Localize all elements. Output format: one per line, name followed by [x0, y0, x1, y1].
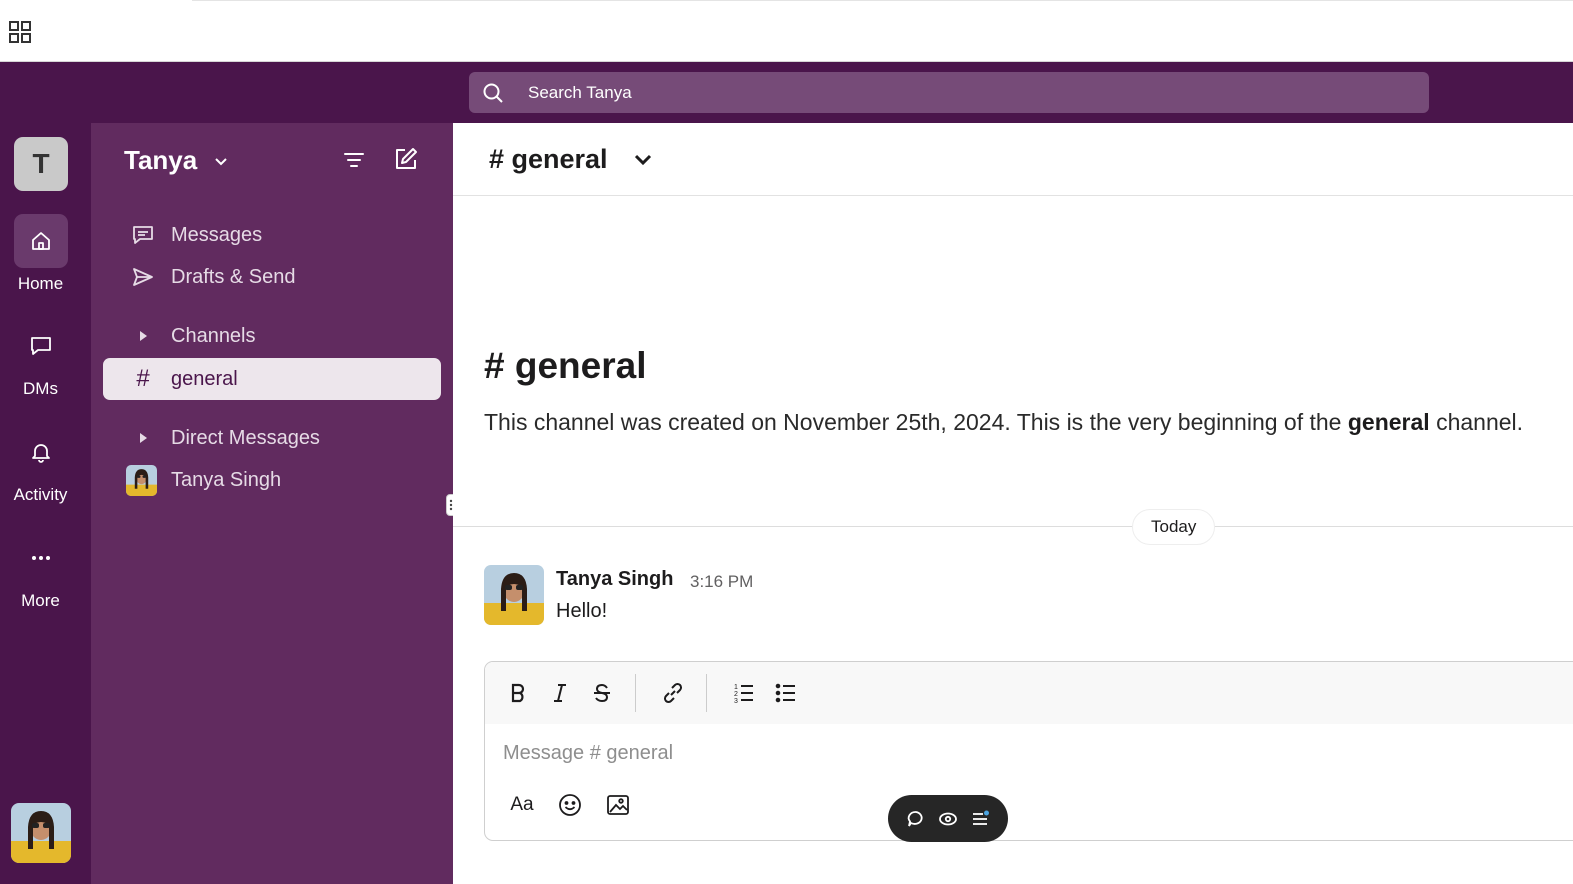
section-label: Direct Messages — [171, 426, 320, 449]
sidebar-item-messages[interactable]: Messages — [103, 214, 441, 256]
sidebar-item-label: Drafts & Send — [171, 265, 296, 288]
sidebar-item-general[interactable]: # general — [103, 358, 441, 400]
os-top-bar — [0, 0, 1573, 62]
avatar[interactable] — [484, 565, 544, 625]
bullet-list-icon[interactable] — [771, 678, 801, 708]
app-header: Search Tanya — [0, 62, 1573, 123]
toolbar-separator — [706, 674, 707, 712]
workspace-name: Tanya — [124, 145, 198, 175]
text-format-toggle[interactable]: Aa — [507, 790, 537, 820]
send-icon — [129, 263, 157, 291]
filter-icon[interactable] — [341, 147, 367, 173]
message-composer: 123 Message # general Aa — [484, 661, 1573, 841]
more-dots-icon — [14, 531, 68, 585]
sidebar-item-label: general — [171, 367, 238, 390]
composer-tools: Aa — [507, 790, 651, 820]
sidebar-item-label: Messages — [171, 223, 263, 246]
search-bar[interactable]: Search Tanya — [469, 72, 1429, 113]
channel-title[interactable]: # general — [489, 144, 608, 175]
rail-item-home[interactable]: Home — [0, 214, 81, 294]
top-divider — [192, 0, 1573, 1]
image-icon[interactable] — [603, 790, 633, 820]
chat-bubble-icon — [14, 319, 68, 373]
caret-right-icon — [129, 424, 157, 452]
intro-suffix: channel. — [1429, 409, 1524, 435]
menu-notification-icon[interactable] — [970, 809, 990, 829]
italic-icon[interactable] — [545, 678, 575, 708]
rail-label: More — [21, 591, 60, 610]
link-icon[interactable] — [658, 678, 688, 708]
caret-right-icon — [129, 322, 157, 350]
messages-icon — [129, 221, 157, 249]
chevron-down-icon — [211, 151, 231, 171]
date-divider-label[interactable]: Today — [1132, 509, 1216, 545]
ordered-list-icon[interactable]: 123 — [729, 678, 759, 708]
workspace-rail: T Home DMs Activity More — [0, 123, 91, 884]
channel-intro-text: This channel was created on November 25t… — [484, 409, 1523, 436]
floating-action-pill — [888, 795, 1008, 842]
apps-grid-icon[interactable] — [8, 20, 34, 46]
comment-icon[interactable] — [906, 809, 926, 829]
user-avatar[interactable] — [11, 803, 71, 863]
hash-icon: # — [136, 365, 150, 392]
svg-text:3: 3 — [734, 698, 738, 705]
chevron-down-icon[interactable] — [630, 146, 656, 172]
search-icon — [482, 82, 504, 104]
bold-icon[interactable] — [503, 678, 533, 708]
message-text: Hello! — [556, 600, 608, 622]
eye-icon[interactable] — [938, 809, 958, 829]
sidebar-item-drafts[interactable]: Drafts & Send — [103, 256, 441, 298]
dm-section-toggle[interactable]: Direct Messages — [103, 417, 441, 459]
emoji-icon[interactable] — [555, 790, 585, 820]
format-toolbar: 123 — [485, 662, 1573, 724]
search-placeholder: Search Tanya — [528, 82, 632, 102]
avatar — [126, 464, 157, 496]
section-label: Channels — [171, 324, 256, 347]
toolbar-separator — [635, 674, 636, 712]
channels-section-toggle[interactable]: Channels — [103, 315, 441, 357]
rail-item-activity[interactable]: Activity — [0, 425, 81, 505]
rail-label: DMs — [23, 379, 58, 398]
date-divider — [453, 526, 1573, 527]
intro-channel-name: general — [1347, 409, 1430, 435]
rail-item-more[interactable]: More — [0, 531, 81, 611]
message-author[interactable]: Tanya Singh — [556, 568, 673, 591]
rail-item-dms[interactable]: DMs — [0, 319, 81, 399]
svg-text:1: 1 — [734, 684, 738, 691]
sidebar-item-label: Tanya Singh — [171, 468, 282, 491]
rail-label: Home — [17, 274, 64, 293]
channel-view: # general # general This channel was cre… — [453, 123, 1573, 884]
rail-label: Activity — [13, 485, 68, 504]
home-icon — [13, 214, 68, 268]
svg-text:2: 2 — [734, 691, 738, 698]
channel-header: # general — [453, 123, 1573, 196]
format-toggle-label: Aa — [510, 794, 534, 815]
bell-icon — [14, 425, 68, 479]
workspace-menu[interactable]: Tanya — [124, 145, 231, 176]
channel-sidebar: Tanya Messages Drafts & Send Channels # … — [91, 123, 453, 884]
sidebar-item-dm-tanya[interactable]: Tanya Singh — [103, 459, 441, 501]
workspace-avatar[interactable]: T — [14, 137, 68, 191]
intro-prefix: This channel was created on November 25t… — [484, 409, 1348, 435]
message-input[interactable]: Message # general — [503, 742, 673, 765]
channel-intro-title: # general — [484, 345, 647, 386]
compose-icon[interactable] — [392, 145, 420, 173]
message-timestamp[interactable]: 3:16 PM — [690, 572, 753, 592]
strikethrough-icon[interactable] — [587, 678, 617, 708]
